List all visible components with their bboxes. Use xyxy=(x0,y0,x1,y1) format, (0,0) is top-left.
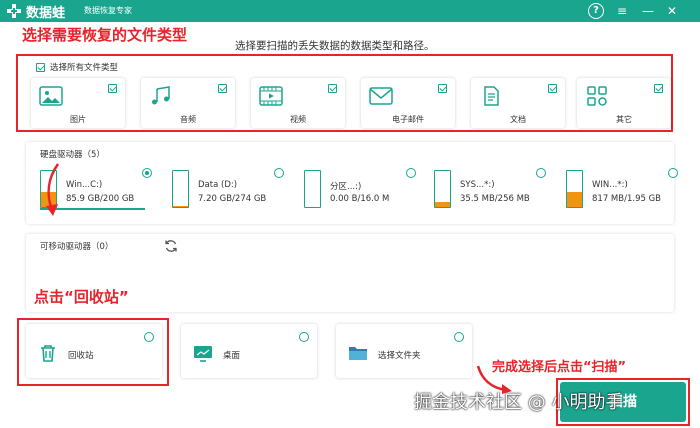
video-icon xyxy=(259,86,283,106)
hard-drives-title: 硬盘驱动器（5） xyxy=(40,150,105,160)
desktop-icon xyxy=(194,346,212,362)
annotation-step2: 点击“回收站” xyxy=(34,288,129,306)
file-type-other[interactable]: 其它 xyxy=(577,78,671,128)
disk-item[interactable]: 分区...:) 0.00 B/16.0 M xyxy=(304,168,424,214)
drive-icon xyxy=(434,170,451,208)
file-type-image[interactable]: 图片 xyxy=(31,78,125,128)
document-icon xyxy=(484,86,499,106)
other-icon xyxy=(587,86,607,106)
app-logo-icon xyxy=(7,4,21,18)
file-type-label: 图片 xyxy=(70,115,86,124)
select-all-checkbox[interactable] xyxy=(36,63,45,72)
removable-drives-title: 可移动驱动器（0） xyxy=(40,242,114,252)
disk-radio[interactable] xyxy=(274,168,284,178)
disk-item[interactable]: SYS...*:) 35.5 MB/256 MB xyxy=(434,168,554,214)
file-type-email[interactable]: 电子邮件 xyxy=(361,78,455,128)
drive-usage-fill xyxy=(173,205,188,207)
music-icon xyxy=(152,86,170,105)
location-radio[interactable] xyxy=(299,332,309,342)
disk-size: 817 MB/1.95 GB xyxy=(592,194,662,204)
disk-size: 0.00 B/16.0 M xyxy=(330,194,390,204)
location-label: 桌面 xyxy=(223,351,241,361)
document-checkbox[interactable] xyxy=(548,84,557,93)
drive-usage-fill xyxy=(435,201,450,207)
file-type-label: 视频 xyxy=(290,115,306,124)
select-all-label: 选择所有文件类型 xyxy=(50,63,119,73)
annotation-box-recycle-bin xyxy=(17,318,169,386)
file-type-audio[interactable]: 音频 xyxy=(141,78,235,128)
watermark-text: 掘金技术社区 @ 小明助手 xyxy=(414,392,624,413)
drive-usage-fill xyxy=(567,191,582,207)
title-bar: 数据蛙 数据恢复专家 ? ≡ — ✕ xyxy=(0,0,700,22)
video-checkbox[interactable] xyxy=(328,84,337,93)
disk-radio[interactable] xyxy=(536,168,546,178)
location-label: 选择文件夹 xyxy=(378,351,421,361)
app-name: 数据蛙 xyxy=(26,6,66,21)
disk-name: Data (D:) xyxy=(198,180,238,190)
annotation-arrow-down xyxy=(46,163,60,216)
disk-size: 7.20 GB/274 GB xyxy=(198,194,267,204)
file-type-label: 其它 xyxy=(616,115,632,124)
annotation-step1: 选择需要恢复的文件类型 xyxy=(22,26,188,44)
disk-item[interactable]: Data (D:) 7.20 GB/274 GB xyxy=(172,168,292,214)
close-icon[interactable]: ✕ xyxy=(664,3,680,19)
help-icon[interactable]: ? xyxy=(588,3,604,19)
disk-name: 分区...:) xyxy=(330,182,362,192)
refresh-icon[interactable] xyxy=(164,239,178,253)
scan-hint-text: 选择要扫描的丢失数据的数据类型和路径。 xyxy=(235,40,435,52)
location-radio[interactable] xyxy=(454,332,464,342)
disk-size: 85.9 GB/200 GB xyxy=(66,194,135,204)
audio-checkbox[interactable] xyxy=(218,84,227,93)
select-all-file-types[interactable]: 选择所有文件类型 xyxy=(36,61,118,73)
email-icon xyxy=(369,87,393,105)
file-type-document[interactable]: 文档 xyxy=(471,78,565,128)
file-type-label: 电子邮件 xyxy=(392,115,424,124)
drive-icon xyxy=(304,170,321,208)
image-checkbox[interactable] xyxy=(108,84,117,93)
location-choose-folder[interactable]: 选择文件夹 xyxy=(336,324,472,378)
disk-name: WIN...*:) xyxy=(592,180,628,190)
image-icon xyxy=(39,86,63,106)
file-type-video[interactable]: 视频 xyxy=(251,78,345,128)
drive-icon xyxy=(566,170,583,208)
disk-radio[interactable] xyxy=(142,168,152,178)
drive-icon xyxy=(172,170,189,208)
file-type-label: 音频 xyxy=(180,115,196,124)
disk-name: SYS...*:) xyxy=(460,180,495,190)
disk-size: 35.5 MB/256 MB xyxy=(460,194,530,204)
disk-radio[interactable] xyxy=(406,168,416,178)
minimize-icon[interactable]: — xyxy=(640,3,656,19)
email-checkbox[interactable] xyxy=(438,84,447,93)
other-checkbox[interactable] xyxy=(654,84,663,93)
disk-item[interactable]: WIN...*:) 817 MB/1.95 GB xyxy=(566,168,686,214)
file-type-label: 文档 xyxy=(510,115,526,124)
disk-radio[interactable] xyxy=(668,168,678,178)
folder-icon xyxy=(349,347,367,360)
menu-icon[interactable]: ≡ xyxy=(614,3,630,19)
location-desktop[interactable]: 桌面 xyxy=(181,324,317,378)
app-subtitle: 数据恢复专家 xyxy=(84,6,132,15)
